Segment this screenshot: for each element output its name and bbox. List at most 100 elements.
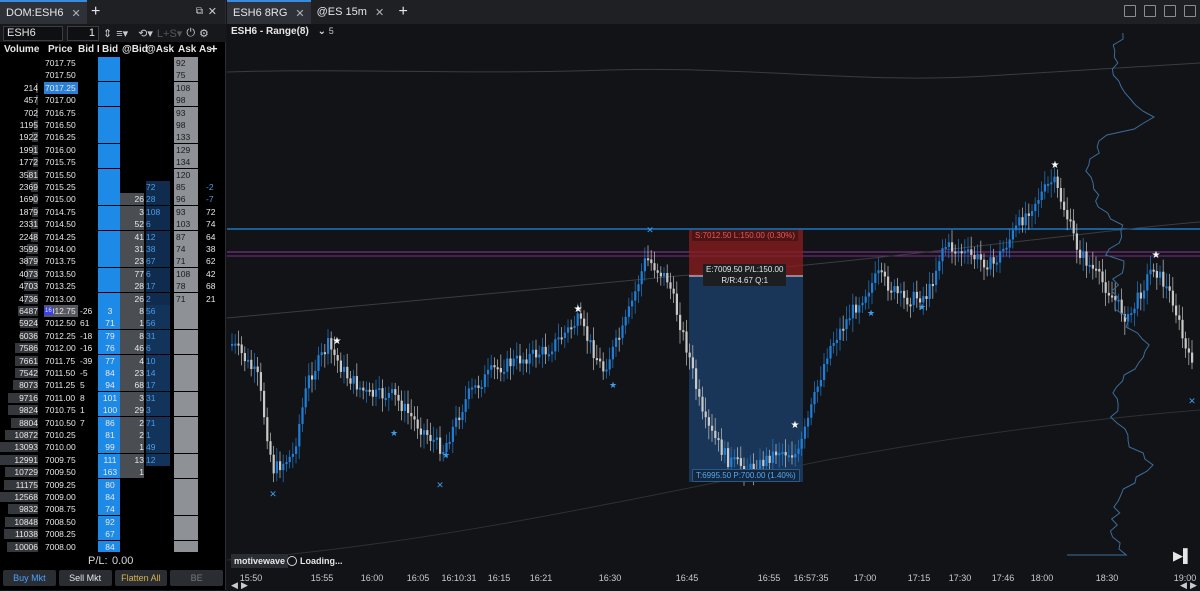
dom-row[interactable]: 12568 7009.00 84 (0, 491, 226, 504)
dom-row[interactable]: 2248 7014.25 41 12 87 64 (0, 230, 226, 244)
dom-row[interactable]: 9824 7010.75 1 100 29 3 (0, 404, 226, 417)
bid-bar[interactable] (98, 168, 120, 181)
dom-row[interactable]: 10848 7008.50 92 (0, 515, 226, 529)
ask-bar[interactable] (174, 329, 198, 342)
ask-bar[interactable] (174, 491, 198, 503)
price-cell[interactable]: 7009.50 (45, 466, 76, 479)
price-cell[interactable]: 7015.00 (45, 193, 76, 206)
col-bid[interactable]: Bid (102, 44, 118, 55)
price-cell[interactable]: 7009.00 (45, 491, 76, 504)
popout-icon[interactable]: ⧉ (196, 6, 203, 17)
dom-row[interactable]: 4736 7013.00 26 2 71 21 (0, 292, 226, 306)
ask-bar[interactable] (174, 528, 198, 541)
dom-row[interactable]: 13093 7010.00 99 1 49 (0, 441, 226, 454)
price-cell[interactable]: 7008.50 (45, 516, 76, 529)
price-cell[interactable]: 7010.50 (45, 417, 76, 430)
tab-dom[interactable]: DOM:ESH6 ✕ (0, 0, 87, 24)
price-cell[interactable]: 7011.75 (45, 355, 75, 368)
time-axis[interactable]: 15:50 15:55 16:00 16:05 16:10:31 16:15 16:21 16… (227, 568, 1200, 590)
bid-bar[interactable] (98, 218, 120, 231)
dom-row[interactable]: 10729 7009.50 163 1 (0, 466, 226, 479)
bid-bar[interactable] (98, 181, 120, 193)
price-cell[interactable]: 7008.75 (45, 503, 76, 516)
menu-icon[interactable]: ≡▾ (116, 27, 128, 40)
price-cell[interactable]: 7010.75 (45, 404, 76, 417)
power-icon[interactable]: ⏻ (186, 27, 195, 40)
price-cell[interactable]: 7010.00 (45, 441, 76, 454)
target-label[interactable]: T:6995.50 P:700.00 (1.40%) (692, 469, 800, 482)
bid-bar[interactable] (98, 81, 120, 94)
dom-row[interactable]: 4073 7013.50 77 6 108 42 (0, 267, 226, 281)
price-cell[interactable]: 7011.00 (45, 392, 75, 405)
stop-label[interactable]: S:7012.50 L:150.00 (0.30%) (692, 230, 799, 241)
dom-row[interactable]: 3879 7013.75 23 67 71 62 (0, 255, 226, 268)
price-cell[interactable]: 7016.75 (45, 107, 76, 120)
ask-bar[interactable] (174, 503, 198, 516)
add-column-icon[interactable]: + (210, 41, 218, 56)
price-cell[interactable]: 7013.75 (45, 255, 76, 268)
ask-bar[interactable] (174, 416, 198, 429)
price-cell[interactable]: 7010.25 (45, 429, 76, 442)
dom-row[interactable]: 6487 7012.75 16 -26 3 8 56 (0, 305, 226, 318)
dom-row[interactable]: 1195 7016.50 98 (0, 119, 226, 132)
add-tab-icon[interactable]: + (87, 0, 105, 24)
ask-bar[interactable] (174, 515, 198, 528)
price-cell[interactable]: 7017.25 (45, 82, 76, 95)
price-cell[interactable]: 7012.25 (45, 330, 76, 343)
price-cell[interactable]: 7009.75 (45, 454, 76, 467)
ask-bar[interactable] (174, 540, 198, 552)
ask-bar[interactable] (174, 441, 198, 454)
price-cell[interactable]: 7016.00 (45, 144, 76, 157)
scroll-left-icon[interactable]: ◀ (231, 580, 238, 591)
dom-row[interactable]: 1922 7016.25 133 (0, 131, 226, 144)
dom-row[interactable]: 6036 7012.25 -18 79 8 31 (0, 329, 226, 343)
col-ask[interactable]: Ask (178, 44, 196, 55)
dom-row[interactable]: 10872 7010.25 81 2 1 (0, 429, 226, 442)
ask-bar[interactable] (174, 466, 198, 479)
symbol-input[interactable]: ESH6 (3, 25, 63, 41)
dom-row[interactable]: 10006 7008.00 84 (0, 540, 226, 552)
price-cell[interactable]: 7011.50 (45, 367, 75, 380)
buy-market-button[interactable]: Buy Mkt (3, 570, 56, 586)
dom-row[interactable]: 7542 7011.50 -5 84 23 14 (0, 367, 226, 380)
bid-bar[interactable] (98, 156, 120, 169)
ask-bar[interactable] (174, 342, 198, 355)
ask-bar[interactable] (174, 379, 198, 392)
dom-row[interactable]: 7661 7011.75 -39 77 4 10 (0, 354, 226, 368)
price-cell[interactable]: 7016.50 (45, 119, 76, 132)
ask-bar[interactable] (174, 478, 198, 491)
col-bid-imbalance[interactable]: Bid I (78, 44, 100, 55)
price-cell[interactable]: 7016.25 (45, 131, 76, 144)
ask-bar[interactable] (174, 429, 198, 441)
dom-row[interactable]: 457 7017.00 98 (0, 94, 226, 107)
sell-market-button[interactable]: Sell Mkt (58, 570, 112, 586)
dom-row[interactable]: 1772 7015.75 134 (0, 156, 226, 169)
price-cell[interactable]: 7008.25 (45, 528, 76, 541)
price-cell[interactable]: 7008.00 (45, 541, 76, 552)
ask-bar[interactable] (174, 391, 198, 404)
dom-row[interactable]: 1879 7014.75 3 108 93 72 (0, 205, 226, 219)
col-price[interactable]: Price (48, 44, 72, 55)
bid-bar[interactable] (98, 69, 120, 82)
ask-bar[interactable] (174, 404, 198, 417)
bid-bar[interactable] (98, 119, 120, 131)
dom-row[interactable]: 8073 7011.25 5 94 68 17 (0, 379, 226, 392)
dom-row[interactable]: 9832 7008.75 74 (0, 503, 226, 516)
order-type-icon[interactable]: L+S▾ (157, 27, 182, 40)
bid-bar[interactable] (98, 94, 120, 107)
price-cell[interactable]: 7017.00 (45, 94, 76, 107)
ask-bar[interactable] (174, 453, 198, 466)
bid-bar[interactable] (98, 255, 120, 268)
dom-row[interactable]: 1690 7015.00 26 28 96 -7 (0, 193, 226, 206)
entry-label[interactable]: E:7009.50 P/L:150.00 R/R:4.67 Q:1 (703, 264, 787, 286)
dom-row[interactable]: 4703 7013.25 28 17 78 68 (0, 280, 226, 293)
price-cell[interactable]: 7017.50 (45, 69, 76, 82)
scroll-right-icon[interactable]: ▶ (1190, 580, 1197, 591)
settings-icon[interactable]: ⚙ (199, 27, 209, 40)
dom-row[interactable]: 5924 7012.50 61 71 1 56 (0, 317, 226, 330)
bid-bar[interactable] (98, 292, 120, 305)
dom-row[interactable]: 7017.50 75 (0, 69, 226, 82)
scroll-right-icon[interactable]: ▶ (241, 580, 248, 591)
dom-row[interactable]: 2369 7015.25 72 85 -2 (0, 181, 226, 194)
quantity-input[interactable]: 1 (67, 25, 99, 41)
